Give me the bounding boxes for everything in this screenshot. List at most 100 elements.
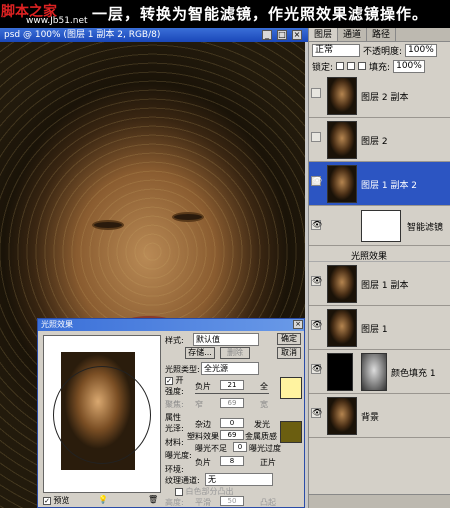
height-label: 高度:: [165, 498, 184, 507]
eye-icon[interactable]: 👁: [311, 276, 322, 286]
focus-label: 聚焦:: [165, 400, 184, 409]
layer-name: 图层 1: [361, 325, 388, 335]
lock-transparent-icon[interactable]: [336, 62, 345, 70]
exposure-label: 曝光度:: [165, 451, 192, 460]
delete-button[interactable]: 删除: [220, 347, 250, 359]
cancel-button[interactable]: 取消: [277, 347, 301, 359]
light-ellipse[interactable]: [53, 366, 151, 464]
over-label: 曝光过度: [249, 444, 281, 453]
on-checkbox[interactable]: ✓ 开: [165, 375, 184, 386]
mask-thumbnail: [361, 353, 387, 391]
tab-layers[interactable]: 图层: [309, 28, 339, 41]
narrow-label: 窄: [195, 400, 203, 409]
layer-row[interactable]: 👁 背景: [309, 394, 450, 438]
ok-button[interactable]: 确定: [277, 333, 301, 345]
fill-input[interactable]: 100%: [393, 59, 425, 73]
properties-label: 属性: [165, 413, 181, 422]
layer-row[interactable]: 👁 图层 1 副本: [309, 262, 450, 306]
visibility-toggle[interactable]: [311, 88, 321, 98]
banner-text: 一层，转换为智能滤镜，作光照效果滤镜操作。: [92, 5, 429, 23]
smart-filter-label: 智能滤镜: [407, 223, 444, 233]
texture-select[interactable]: 无: [205, 473, 273, 486]
trash-icon[interactable]: 🗑: [148, 495, 158, 504]
blend-mode-select[interactable]: 正常: [312, 43, 360, 57]
style-label: 样式:: [165, 336, 184, 345]
preview-checkbox[interactable]: ✓ 预览: [43, 495, 70, 506]
dialog-title: 光照效果: [41, 320, 73, 329]
document-title: psd @ 100% (图层 1 副本 2, RGB/8): [4, 30, 161, 40]
layer-row[interactable]: 👁 图层 1: [309, 306, 450, 350]
minimize-button[interactable]: _: [262, 30, 272, 40]
smart-filter-mask: [361, 210, 401, 242]
intensity-input[interactable]: 21: [220, 380, 244, 390]
document-titlebar[interactable]: psd @ 100% (图层 1 副本 2, RGB/8) _ □ ×: [0, 28, 308, 42]
close-button[interactable]: ×: [292, 30, 302, 40]
eye-icon[interactable]: 👁: [311, 364, 322, 374]
layer-thumbnail: [327, 397, 357, 435]
eye-icon[interactable]: 👁: [311, 320, 322, 330]
visibility-toggle[interactable]: [311, 132, 321, 142]
opacity-input[interactable]: 100%: [405, 43, 437, 57]
layer-thumbnail: [327, 165, 357, 203]
lock-move-icon[interactable]: [358, 62, 367, 70]
maximize-button[interactable]: □: [277, 30, 287, 40]
layer-name: 图层 1 副本: [361, 281, 409, 291]
gloss-label: 光泽:: [165, 424, 184, 433]
light-color-swatch[interactable]: [280, 377, 302, 399]
eye-icon[interactable]: 👁: [311, 176, 322, 186]
ambient-color-swatch[interactable]: [280, 421, 302, 443]
close-icon[interactable]: ×: [293, 320, 303, 329]
fill-thumbnail: [327, 353, 353, 391]
full-label: 全: [260, 382, 268, 391]
right-eye: [172, 212, 204, 222]
material-input[interactable]: 69: [220, 430, 244, 440]
layer-name: 图层 2 副本: [361, 93, 409, 103]
lock-label: 锁定:: [312, 62, 334, 73]
exposure-input[interactable]: 0: [233, 442, 247, 452]
smart-filter-row[interactable]: 👁 智能滤镜: [309, 206, 450, 246]
plastic-label: 塑料效果: [187, 432, 219, 441]
intensity-label: 强度:: [165, 387, 184, 396]
bulb-icon[interactable]: 💡: [98, 495, 108, 504]
tab-channels[interactable]: 通道: [338, 28, 368, 41]
ambience-label: 环境:: [165, 465, 184, 474]
save-button[interactable]: 存储...: [185, 347, 215, 359]
filter-name: 光照效果: [351, 252, 388, 262]
layer-row[interactable]: 图层 2: [309, 118, 450, 162]
layer-row-active[interactable]: 👁 图层 1 副本 2: [309, 162, 450, 206]
negative-label-2: 负片: [195, 458, 211, 467]
layer-row[interactable]: 👁 颜色填充 1: [309, 350, 450, 394]
style-select[interactable]: 默认值: [193, 333, 259, 346]
opacity-label: 不透明度:: [363, 46, 403, 57]
layer-name: 图层 2: [361, 137, 388, 147]
layer-thumbnail: [327, 77, 357, 115]
layer-row[interactable]: 图层 2 副本: [309, 74, 450, 118]
layer-name: 背景: [361, 413, 380, 423]
lock-brush-icon[interactable]: [347, 62, 356, 70]
intensity-slider[interactable]: [195, 393, 269, 394]
filter-row[interactable]: 光照效果: [309, 246, 450, 262]
light-type-select[interactable]: 全光源: [201, 362, 259, 375]
negative-label: 负片: [195, 382, 211, 391]
tab-paths[interactable]: 路径: [367, 28, 397, 41]
layer-thumbnail: [327, 121, 357, 159]
preview-area[interactable]: [43, 335, 161, 493]
layer-name: 图层 1 副本 2: [361, 181, 418, 191]
site-url: www.Jb51.net: [26, 16, 88, 26]
dialog-titlebar[interactable]: 光照效果 ×: [38, 319, 304, 331]
under-label: 曝光不足: [195, 444, 227, 453]
focus-input[interactable]: 69: [220, 398, 244, 408]
layer-thumbnail: [327, 265, 357, 303]
flat-label: 平滑: [195, 498, 211, 507]
texture-label: 纹理通道:: [165, 476, 200, 485]
panel-footer: [309, 494, 450, 508]
preview-label: 预览: [53, 496, 70, 505]
height-input[interactable]: 50: [220, 496, 244, 506]
eye-icon[interactable]: 👁: [311, 220, 322, 230]
positive-label: 正片: [260, 458, 276, 467]
eye-icon[interactable]: 👁: [311, 408, 322, 418]
lighting-effects-dialog: 光照效果 × ✓ 预览 💡 🗑 样式: 默认值 确定 取消 存储... 删除 光…: [37, 318, 305, 508]
gloss-input[interactable]: 0: [220, 418, 244, 428]
ambience-input[interactable]: 8: [220, 456, 244, 466]
shiny-label: 发光: [254, 420, 270, 429]
